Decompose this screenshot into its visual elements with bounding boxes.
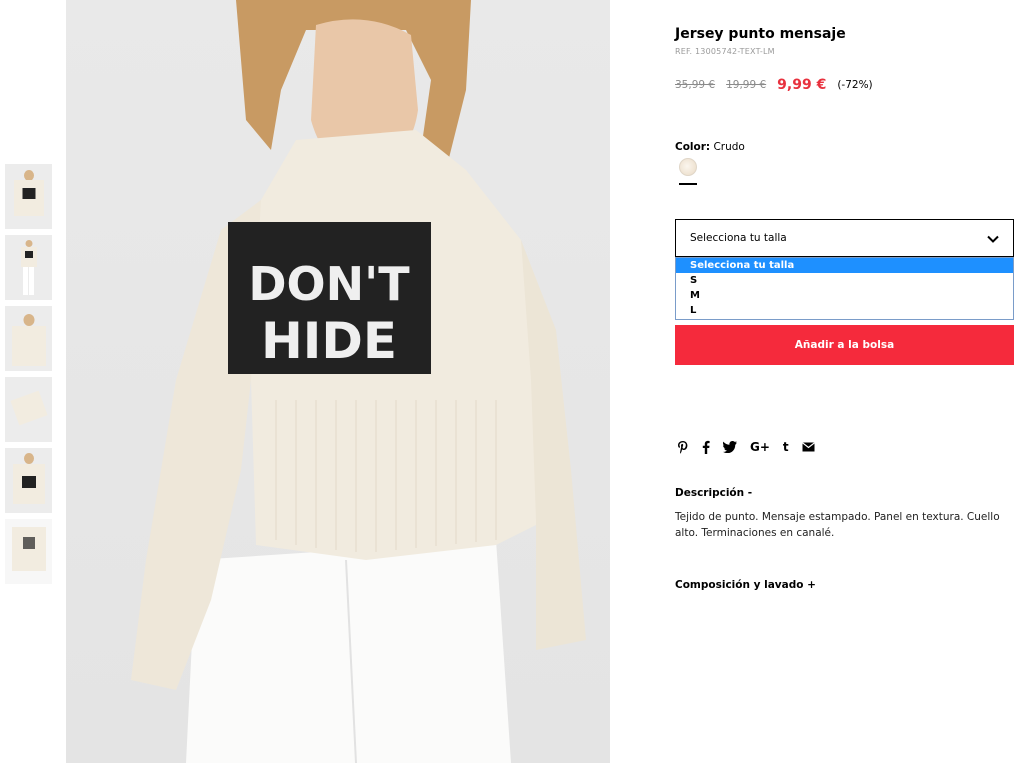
model-illustration: DON'T HIDE xyxy=(131,0,586,763)
thumbnail-print xyxy=(22,537,35,549)
thumbnail-list xyxy=(5,164,52,590)
twitter-icon[interactable] xyxy=(723,440,737,454)
print-text-line1: DON'T xyxy=(248,257,410,311)
size-select[interactable]: Selecciona tu talla xyxy=(675,219,1014,257)
size-option-m[interactable]: M xyxy=(676,288,1013,303)
thumbnail-figure xyxy=(29,267,34,295)
discount-badge: (-72%) xyxy=(837,79,873,91)
size-select-value: Selecciona tu talla xyxy=(690,232,787,244)
size-option-s[interactable]: S xyxy=(676,273,1013,288)
thumbnail-figure xyxy=(9,390,48,426)
thumbnail-print xyxy=(24,251,33,258)
color-value: Crudo xyxy=(713,141,745,153)
color-swatch-crudo[interactable] xyxy=(679,158,697,176)
main-product-image[interactable]: DON'T HIDE xyxy=(66,0,610,763)
price-original: 35,99 € xyxy=(675,79,716,91)
thumbnail-6[interactable] xyxy=(5,519,52,584)
product-reference: REF. 13005742-TEXT-LM xyxy=(675,47,775,56)
thumbnail-figure xyxy=(23,453,34,464)
thumbnail-5[interactable] xyxy=(5,448,52,513)
print-text-line2: HIDE xyxy=(261,312,397,370)
thumbnail-figure xyxy=(11,326,46,366)
add-to-bag-button[interactable]: Añadir a la bolsa xyxy=(675,325,1014,365)
description-text: Tejido de punto. Mensaje estampado. Pane… xyxy=(675,511,1000,539)
chevron-down-icon xyxy=(987,235,999,243)
tumblr-icon[interactable]: t xyxy=(783,440,789,454)
color-label-title: Color: xyxy=(675,141,711,153)
share-icons: G+ t xyxy=(677,440,828,454)
thumbnail-print xyxy=(22,188,35,199)
thumbnail-figure xyxy=(23,267,28,295)
description-header[interactable]: Descripción - xyxy=(675,487,752,499)
price-row: 35,99 € 19,99 € 9,99 € (-72%) xyxy=(675,75,873,95)
size-dropdown-list: Selecciona tu talla S M L xyxy=(675,257,1014,320)
thumbnail-2[interactable] xyxy=(5,235,52,300)
color-label: Color: Crudo xyxy=(675,141,745,153)
facebook-icon[interactable] xyxy=(702,440,710,454)
pinterest-icon[interactable] xyxy=(677,440,689,454)
thumbnail-1[interactable] xyxy=(5,164,52,229)
thumbnail-print xyxy=(21,476,36,488)
thumbnail-3[interactable] xyxy=(5,306,52,371)
thumbnail-figure xyxy=(11,527,46,571)
google-plus-icon[interactable]: G+ xyxy=(750,440,770,454)
size-option-l[interactable]: L xyxy=(676,303,1013,318)
email-icon[interactable] xyxy=(801,440,815,454)
size-option-placeholder[interactable]: Selecciona tu talla xyxy=(676,258,1013,273)
product-title: Jersey punto mensaje xyxy=(675,26,846,42)
thumbnail-4[interactable] xyxy=(5,377,52,442)
swatch-selected-indicator xyxy=(679,183,697,185)
thumbnail-figure xyxy=(25,240,32,247)
thumbnail-figure xyxy=(23,314,34,326)
composition-header[interactable]: Composición y lavado + xyxy=(675,579,816,591)
price-previous: 19,99 € xyxy=(726,79,767,91)
price-current: 9,99 € xyxy=(777,77,827,93)
